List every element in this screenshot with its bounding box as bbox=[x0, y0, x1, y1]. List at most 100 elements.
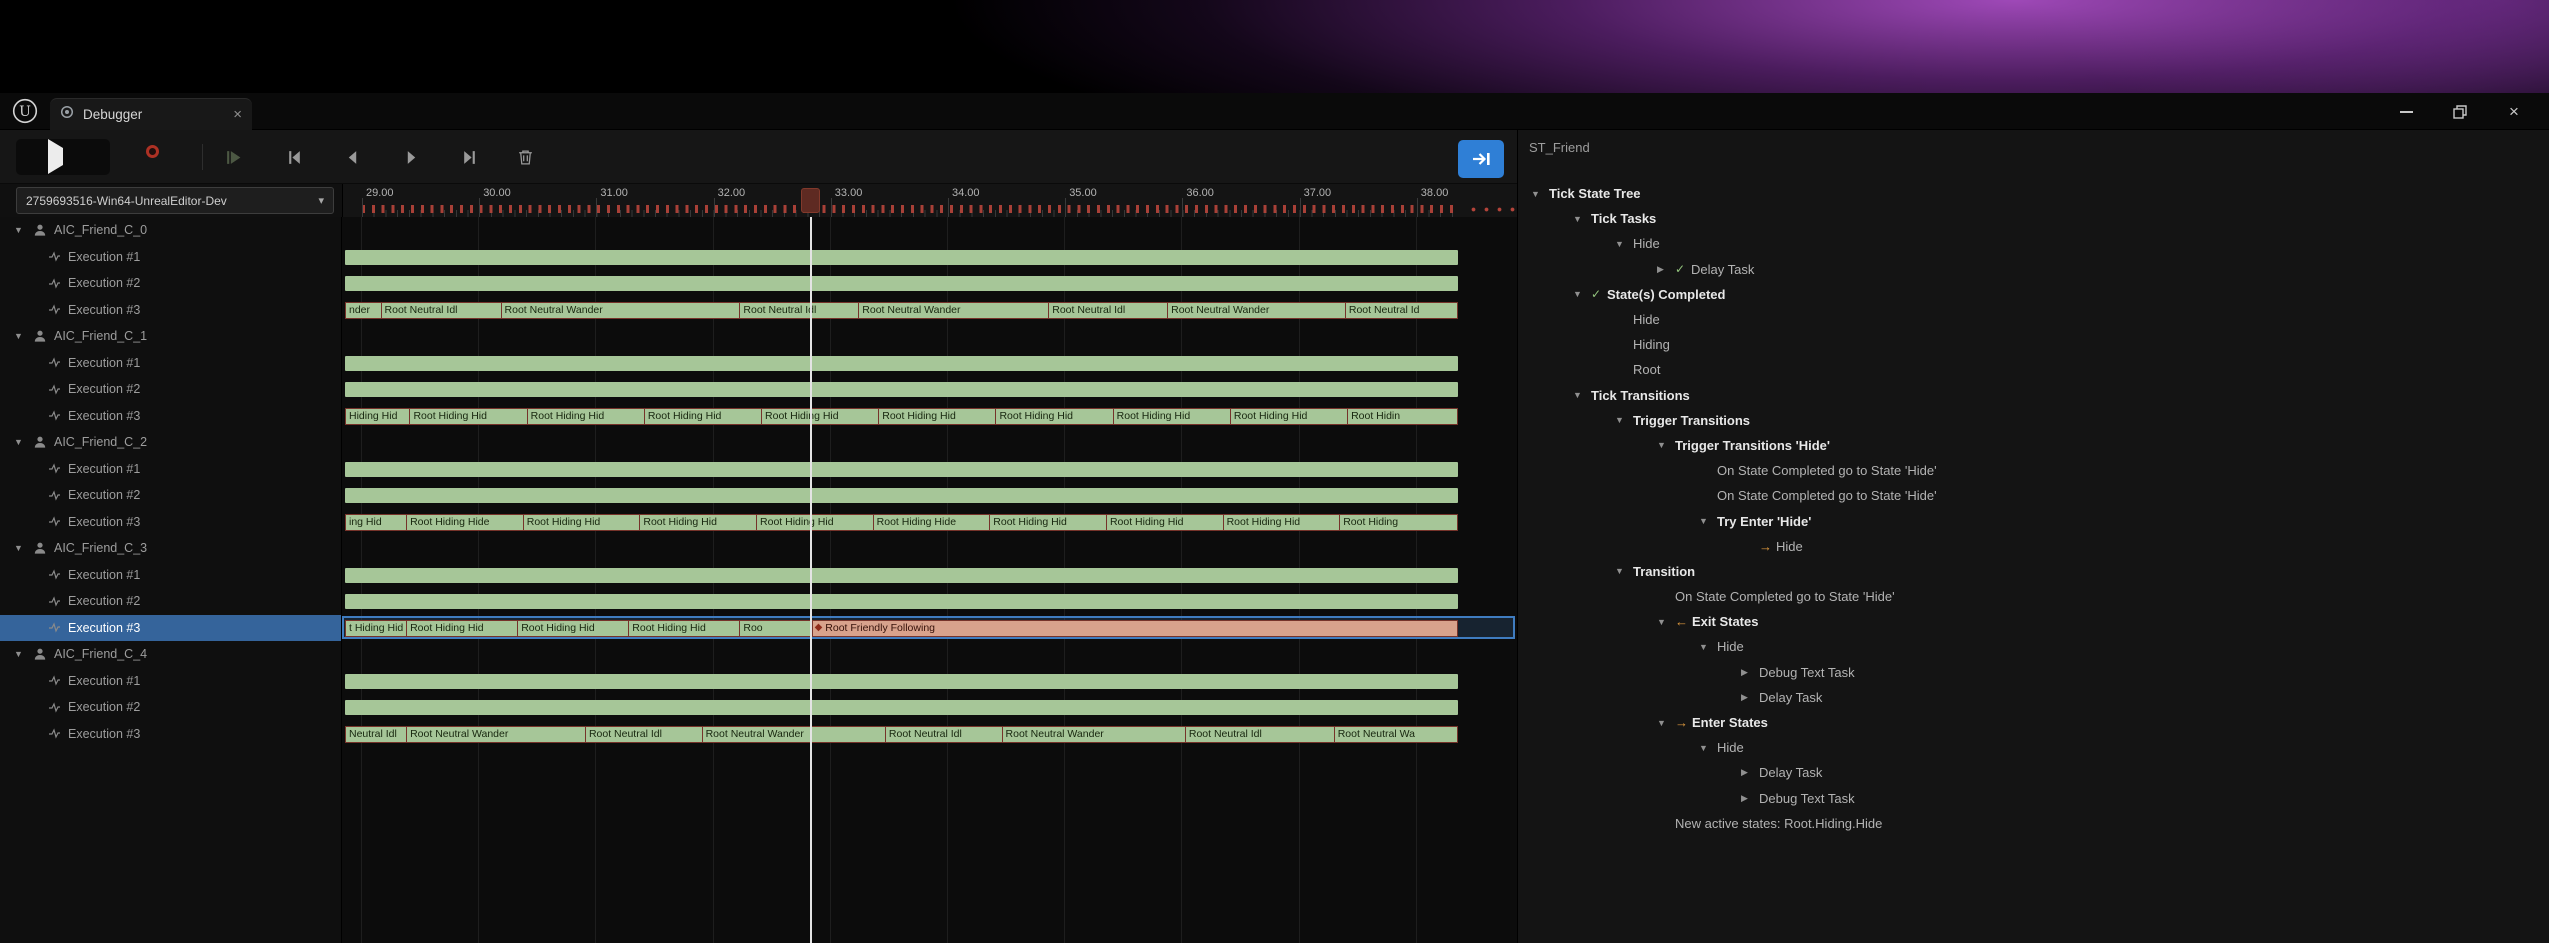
detail-tree-item[interactable]: Hiding bbox=[1518, 332, 2549, 357]
timeline-bar-segments[interactable]: Hiding HidRoot Hiding HidRoot Hiding Hid… bbox=[345, 408, 1458, 425]
timeline-bar[interactable] bbox=[345, 462, 1458, 477]
last-frame-button[interactable] bbox=[450, 141, 488, 173]
sidebar-item-actor[interactable]: ▼AIC_Friend_C_1 bbox=[0, 323, 341, 350]
sidebar-item-actor[interactable]: ▼AIC_Friend_C_3 bbox=[0, 535, 341, 562]
timeline-segment[interactable]: Root Neutral Idl bbox=[1186, 727, 1335, 742]
sidebar-item-execution[interactable]: Execution #1 bbox=[0, 668, 341, 695]
detail-tree-item[interactable]: ▼Tick Transitions bbox=[1518, 383, 2549, 408]
detail-tree-item[interactable]: ▼Tick Tasks bbox=[1518, 206, 2549, 231]
timeline-segment[interactable]: Root Neutral Wander bbox=[1003, 727, 1186, 742]
sidebar-item-actor[interactable]: ▼AIC_Friend_C_4 bbox=[0, 641, 341, 668]
detail-tree-item[interactable]: Hide bbox=[1518, 307, 2549, 332]
detail-tree-item[interactable]: Root bbox=[1518, 357, 2549, 382]
first-frame-button[interactable] bbox=[275, 141, 313, 173]
detail-tree-item[interactable]: ▶Debug Text Task bbox=[1518, 786, 2549, 811]
expander-open-icon[interactable]: ▼ bbox=[14, 649, 26, 659]
timeline-segment[interactable]: ing Hid bbox=[346, 515, 407, 530]
expander-open-icon[interactable]: ▼ bbox=[1615, 566, 1633, 576]
expander-open-icon[interactable]: ▼ bbox=[14, 225, 26, 235]
sidebar-item-execution[interactable]: Execution #3 bbox=[0, 403, 341, 430]
sidebar-item-execution[interactable]: Execution #2 bbox=[0, 694, 341, 721]
timeline-segment[interactable]: Root Hiding bbox=[1340, 515, 1457, 530]
timeline-bar[interactable] bbox=[345, 276, 1458, 291]
timeline-segment[interactable]: Root Hiding Hide bbox=[407, 515, 524, 530]
detail-tree-item[interactable]: ▼Try Enter 'Hide' bbox=[1518, 508, 2549, 533]
timeline-row[interactable] bbox=[342, 588, 1517, 615]
jump-to-latest-button[interactable] bbox=[1458, 140, 1504, 178]
detail-tree-item[interactable]: On State Completed go to State 'Hide' bbox=[1518, 458, 2549, 483]
detail-tree-item[interactable]: ▼Tick State Tree bbox=[1518, 181, 2549, 206]
detail-tree-item[interactable]: ▼Hide bbox=[1518, 735, 2549, 760]
close-button[interactable]: × bbox=[2487, 93, 2541, 130]
timeline-segment[interactable]: Root Neutral Idl bbox=[740, 303, 859, 318]
timeline-segment[interactable]: Root Hiding Hid bbox=[524, 515, 641, 530]
sidebar-item-execution[interactable]: Execution #1 bbox=[0, 456, 341, 483]
timeline-row[interactable] bbox=[342, 270, 1517, 297]
timeline-segment[interactable]: Root Hiding Hid bbox=[518, 621, 629, 636]
timeline-segment[interactable]: Root Neutral Idl bbox=[586, 727, 703, 742]
timeline-segment[interactable]: Root Hiding Hid bbox=[1231, 409, 1348, 424]
sidebar-item-execution[interactable]: Execution #3 bbox=[0, 721, 341, 748]
detail-tree-item[interactable]: ▼→Enter States bbox=[1518, 710, 2549, 735]
sidebar-item-execution[interactable]: Execution #2 bbox=[0, 376, 341, 403]
timeline-segment[interactable]: Root Hiding Hid bbox=[629, 621, 740, 636]
timeline-segment[interactable]: t Hiding Hid bbox=[346, 621, 407, 636]
timeline-row[interactable]: nderRoot Neutral IdlRoot Neutral WanderR… bbox=[342, 297, 1517, 324]
timeline-row[interactable] bbox=[342, 376, 1517, 403]
detail-tree-item[interactable]: ▼Trigger Transitions bbox=[1518, 408, 2549, 433]
timeline-segment[interactable]: Root Hiding Hid bbox=[1114, 409, 1231, 424]
timeline-row[interactable] bbox=[342, 482, 1517, 509]
timeline-segment[interactable]: Root Hiding Hid bbox=[757, 515, 874, 530]
timeline-row[interactable] bbox=[342, 350, 1517, 377]
detail-tree-item[interactable]: ▼Trigger Transitions 'Hide' bbox=[1518, 433, 2549, 458]
timeline-bar-segments[interactable]: ing HidRoot Hiding HideRoot Hiding HidRo… bbox=[345, 514, 1458, 531]
timeline-segment[interactable]: Root Neutral Wander bbox=[703, 727, 886, 742]
sidebar-item-actor[interactable]: ▼AIC_Friend_C_0 bbox=[0, 217, 341, 244]
detail-tree-item[interactable]: ▶✓Delay Task bbox=[1518, 257, 2549, 282]
expander-open-icon[interactable]: ▼ bbox=[1657, 440, 1675, 450]
sidebar-item-execution[interactable]: Execution #1 bbox=[0, 562, 341, 589]
expander-open-icon[interactable]: ▼ bbox=[1699, 642, 1717, 652]
detail-tree-item[interactable]: ▼✓State(s) Completed bbox=[1518, 282, 2549, 307]
timeline-segment[interactable]: Hiding Hid bbox=[346, 409, 410, 424]
clear-recording-button[interactable] bbox=[506, 141, 544, 173]
detail-tree-item[interactable]: ▼Hide bbox=[1518, 634, 2549, 659]
timeline-segment[interactable]: nder bbox=[346, 303, 382, 318]
timeline-segment[interactable]: Root Neutral Wander bbox=[502, 303, 741, 318]
resume-button[interactable] bbox=[214, 141, 252, 173]
sidebar-item-execution[interactable]: Execution #2 bbox=[0, 588, 341, 615]
detail-tree-item[interactable]: ▼←Exit States bbox=[1518, 609, 2549, 634]
expander-open-icon[interactable]: ▼ bbox=[1657, 718, 1675, 728]
timeline-segment[interactable]: Root Neutral Idl bbox=[1049, 303, 1168, 318]
sidebar-item-execution[interactable]: Execution #1 bbox=[0, 244, 341, 271]
expander-open-icon[interactable]: ▼ bbox=[1699, 516, 1717, 526]
timeline-row[interactable] bbox=[342, 562, 1517, 589]
timeline-segment[interactable]: Neutral Idl bbox=[346, 727, 407, 742]
timeline-segment[interactable]: Root Hiding Hid bbox=[528, 409, 645, 424]
detail-tree-item[interactable]: →Hide bbox=[1518, 534, 2549, 559]
timeline-segment[interactable]: ◆Root Friendly Following bbox=[813, 621, 1457, 636]
record-button[interactable] bbox=[146, 145, 159, 158]
timeline-segment[interactable]: Root Hiding Hid bbox=[410, 409, 527, 424]
detail-tree-item[interactable]: On State Completed go to State 'Hide' bbox=[1518, 584, 2549, 609]
timeline-segment[interactable]: Root Hiding Hid bbox=[762, 409, 879, 424]
timeline-bar[interactable] bbox=[345, 356, 1458, 371]
sidebar-item-execution[interactable]: Execution #2 bbox=[0, 270, 341, 297]
timeline-segment[interactable]: Roo bbox=[740, 621, 812, 636]
expander-closed-icon[interactable]: ▶ bbox=[1741, 767, 1759, 778]
timeline-row[interactable]: Hiding HidRoot Hiding HidRoot Hiding Hid… bbox=[342, 403, 1517, 430]
detail-tree-item[interactable]: ▶Delay Task bbox=[1518, 760, 2549, 785]
play-button[interactable] bbox=[48, 148, 63, 166]
timeline-segment[interactable]: Root Hiding Hide bbox=[874, 515, 991, 530]
expander-open-icon[interactable]: ▼ bbox=[1531, 189, 1549, 199]
timeline-segment[interactable]: Root Neutral Wa bbox=[1335, 727, 1457, 742]
playhead-line[interactable] bbox=[810, 217, 812, 943]
timeline-segment[interactable]: Root Hiding Hid bbox=[990, 515, 1107, 530]
timeline-segment[interactable]: Root Hiding Hid bbox=[645, 409, 762, 424]
expander-open-icon[interactable]: ▼ bbox=[1615, 239, 1633, 249]
timeline-canvas[interactable]: nderRoot Neutral IdlRoot Neutral WanderR… bbox=[342, 217, 1517, 943]
sidebar-item-execution[interactable]: Execution #3 bbox=[0, 509, 341, 536]
expander-open-icon[interactable]: ▼ bbox=[1615, 415, 1633, 425]
sidebar-item-actor[interactable]: ▼AIC_Friend_C_2 bbox=[0, 429, 341, 456]
timeline-row[interactable]: Neutral IdlRoot Neutral WanderRoot Neutr… bbox=[342, 721, 1517, 748]
